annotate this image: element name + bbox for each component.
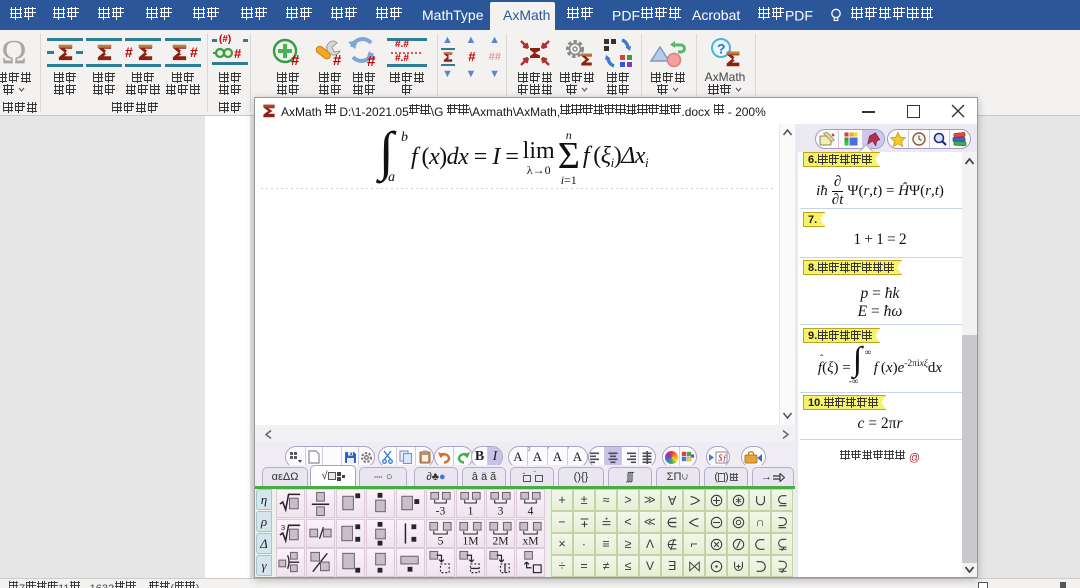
svg-text:3: 3 <box>281 523 285 532</box>
svg-text:-3: -3 <box>436 505 446 517</box>
svg-text:#: # <box>367 53 376 69</box>
svg-text:#: # <box>291 52 300 69</box>
svg-text:3: 3 <box>498 505 504 517</box>
svg-text:4: 4 <box>528 505 534 517</box>
svg-text:5: 5 <box>438 534 444 546</box>
svg-text:1M: 1M <box>462 534 478 546</box>
svg-text:1: 1 <box>468 505 474 517</box>
svg-text:2M: 2M <box>492 534 508 546</box>
svg-text:?: ? <box>717 41 726 57</box>
svg-text:xM: xM <box>522 534 538 546</box>
svg-text:#: # <box>333 52 342 69</box>
svg-text:$ƒ: $ƒ <box>718 453 728 463</box>
svg-text:#: # <box>234 46 242 61</box>
